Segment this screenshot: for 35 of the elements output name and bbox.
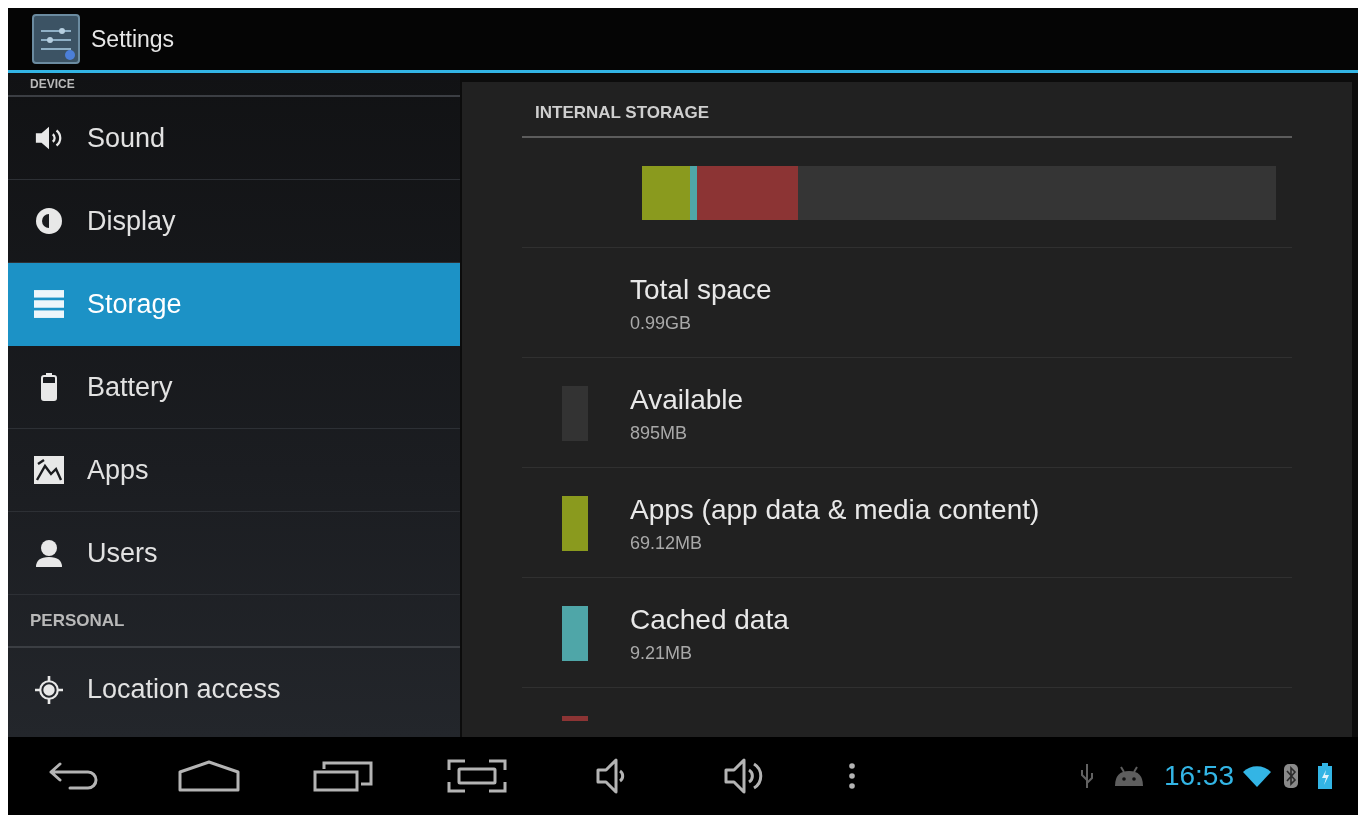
home-icon [178,760,240,792]
section-header: PERSONAL [30,610,125,631]
wifi-icon [1242,765,1272,787]
speaker-icon [34,124,64,152]
sliders-icon [32,14,80,64]
robot-head-icon [1113,766,1144,786]
menu-icon [849,763,855,789]
sidebar-item[interactable]: Storage [8,263,460,346]
storage-item-title: Total space [630,275,772,305]
section-header: DEVICE [30,77,75,91]
recents-icon [313,760,373,792]
window-title: Settings [91,25,175,53]
bluetooth-icon [1284,764,1298,788]
battery-charging-icon [1318,763,1332,789]
storage-item-size: 9.21MB [630,643,694,664]
storage-item-title: Available [630,385,744,415]
storage-item-size: 0.99GB [630,313,693,334]
storage-item-title: Cached data [630,605,789,635]
stack-icon [34,290,64,318]
sidebar-item[interactable]: Users [8,512,460,595]
clock-time: 16:53 [1163,760,1234,792]
frame-corners-icon [447,759,507,793]
speaker-icon [596,758,626,794]
sidebar-item[interactable]: Location access [8,648,460,731]
storage-item-size: 69.12MB [630,533,704,554]
sidebar-item[interactable]: Apps [8,429,460,512]
target-icon [34,675,64,704]
person-icon [34,539,64,567]
storage-item-size: 895MB [630,423,689,444]
usb-icon [1079,763,1094,789]
storage-item-title: Apps (app data & media content) [630,495,1040,525]
brightness-icon [34,207,64,235]
picture-icon [34,456,64,484]
sidebar-item[interactable]: Battery [8,346,460,429]
section-header: INTERNAL STORAGE [535,103,710,123]
